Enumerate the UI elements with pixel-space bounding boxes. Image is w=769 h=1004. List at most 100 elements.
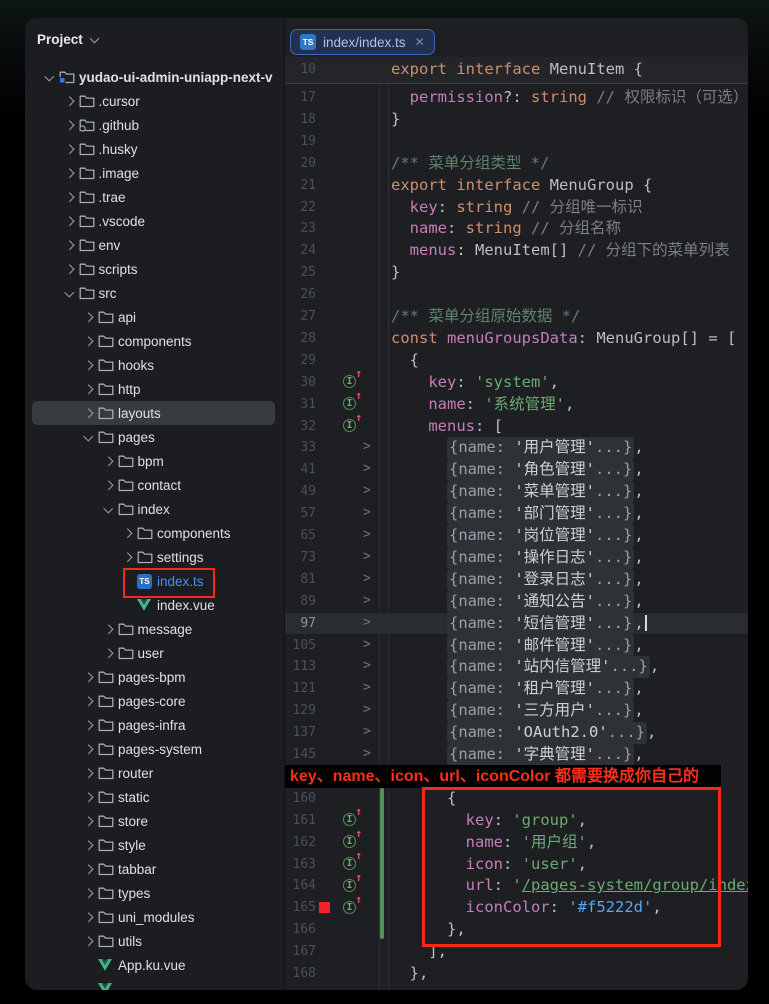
chevron-right-icon[interactable] bbox=[79, 785, 98, 809]
chevron-right-icon[interactable] bbox=[79, 761, 98, 785]
tree-item-scripts[interactable]: scripts bbox=[25, 257, 284, 281]
tree-item-components[interactable]: components bbox=[25, 521, 284, 545]
fold-arrow-icon[interactable]: > bbox=[363, 461, 371, 476]
tree-item-.vscode[interactable]: .vscode bbox=[25, 209, 284, 233]
fold-arrow-icon[interactable]: > bbox=[363, 593, 371, 608]
vcs-change-bar[interactable] bbox=[380, 788, 384, 939]
tree-item-style[interactable]: style bbox=[25, 833, 284, 857]
tree-item-partial-file[interactable] bbox=[25, 977, 284, 990]
tree-item-pages-system[interactable]: pages-system bbox=[25, 737, 284, 761]
implements-member-icon[interactable]: I bbox=[343, 857, 356, 870]
code-line-49[interactable]: 49> {name: '菜单管理'...}, bbox=[285, 481, 748, 503]
code-line-137[interactable]: 137> {name: 'OAuth2.0'...}, bbox=[285, 722, 748, 744]
tree-item-static[interactable]: static bbox=[25, 785, 284, 809]
fold-arrow-icon[interactable]: > bbox=[363, 615, 371, 630]
folded-region-chip[interactable]: {name: '岗位管理'...} bbox=[447, 525, 634, 547]
implements-member-icon[interactable]: I bbox=[343, 901, 356, 914]
code-line-168[interactable]: 168 }, bbox=[285, 963, 748, 985]
chevron-right-icon[interactable] bbox=[79, 353, 98, 377]
tree-item-src[interactable]: src bbox=[25, 281, 284, 305]
chevron-down-icon[interactable] bbox=[60, 281, 79, 305]
tree-item-store[interactable]: store bbox=[25, 809, 284, 833]
chevron-right-icon[interactable] bbox=[79, 305, 98, 329]
chevron-right-icon[interactable] bbox=[99, 449, 118, 473]
chevron-right-icon[interactable] bbox=[118, 521, 137, 545]
code-line-33[interactable]: 33> {name: '用户管理'...}, bbox=[285, 437, 748, 459]
tree-item-hooks[interactable]: hooks bbox=[25, 353, 284, 377]
code-line-145[interactable]: 145> {name: '字典管理'...}, bbox=[285, 744, 748, 766]
project-panel-header[interactable]: Project bbox=[37, 28, 98, 50]
tree-item-index[interactable]: index bbox=[25, 497, 284, 521]
folded-region-chip[interactable]: {name: '操作日志'...} bbox=[447, 547, 634, 569]
folded-region-chip[interactable]: {name: '用户管理'...} bbox=[447, 437, 634, 459]
folded-region-chip[interactable]: {name: '字典管理'...} bbox=[447, 744, 634, 766]
code-line-28[interactable]: 28const menuGroupsData: MenuGroup[] = [ bbox=[285, 328, 748, 350]
code-line-19[interactable]: 19 bbox=[285, 131, 748, 153]
chevron-right-icon[interactable] bbox=[60, 89, 79, 113]
tree-item-index.ts[interactable]: TSindex.ts bbox=[25, 569, 284, 593]
code-line-27[interactable]: 27/** 菜单分组原始数据 */ bbox=[285, 306, 748, 328]
tree-item-pages-infra[interactable]: pages-infra bbox=[25, 713, 284, 737]
chevron-down-icon[interactable] bbox=[99, 497, 118, 521]
code-line-24[interactable]: 24 menus: MenuItem[] // 分组下的菜单列表 bbox=[285, 240, 748, 262]
tree-item-pages-bpm[interactable]: pages-bpm bbox=[25, 665, 284, 689]
tree-item-App.ku.vue[interactable]: App.ku.vue bbox=[25, 953, 284, 977]
tree-item-pages-core[interactable]: pages-core bbox=[25, 689, 284, 713]
code-line-20[interactable]: 20/** 菜单分组类型 */ bbox=[285, 153, 748, 175]
folded-region-chip[interactable]: {name: '登录日志'...} bbox=[447, 569, 634, 591]
code-line-32[interactable]: 32I menus: [ bbox=[285, 416, 748, 438]
tree-item-api[interactable]: api bbox=[25, 305, 284, 329]
fold-arrow-icon[interactable]: > bbox=[363, 702, 371, 717]
fold-arrow-icon[interactable]: > bbox=[363, 549, 371, 564]
code-line-113[interactable]: 113> {name: '站内信管理'...}, bbox=[285, 656, 748, 678]
fold-arrow-icon[interactable]: > bbox=[363, 680, 371, 695]
chevron-right-icon[interactable] bbox=[79, 809, 98, 833]
tree-item-.image[interactable]: .image bbox=[25, 161, 284, 185]
chevron-right-icon[interactable] bbox=[60, 209, 79, 233]
chevron-right-icon[interactable] bbox=[79, 689, 98, 713]
fold-arrow-icon[interactable]: > bbox=[363, 571, 371, 586]
code-line-41[interactable]: 41> {name: '角色管理'...}, bbox=[285, 459, 748, 481]
code-line-81[interactable]: 81> {name: '登录日志'...}, bbox=[285, 569, 748, 591]
code-line-89[interactable]: 89> {name: '通知公告'...}, bbox=[285, 591, 748, 613]
chevron-right-icon[interactable] bbox=[60, 185, 79, 209]
fold-arrow-icon[interactable]: > bbox=[363, 483, 371, 498]
chevron-right-icon[interactable] bbox=[99, 617, 118, 641]
tree-item-utils[interactable]: utils bbox=[25, 929, 284, 953]
fold-arrow-icon[interactable]: > bbox=[363, 746, 371, 761]
fold-arrow-icon[interactable]: > bbox=[363, 505, 371, 520]
folded-region-chip[interactable]: {name: '短信管理'...} bbox=[447, 613, 634, 635]
implements-member-icon[interactable]: I bbox=[343, 419, 356, 432]
chevron-right-icon[interactable] bbox=[79, 329, 98, 353]
tree-item-uni_modules[interactable]: uni_modules bbox=[25, 905, 284, 929]
code-line-105[interactable]: 105> {name: '邮件管理'...}, bbox=[285, 635, 748, 657]
implements-member-icon[interactable]: I bbox=[343, 813, 356, 826]
chevron-right-icon[interactable] bbox=[60, 257, 79, 281]
code-line-23[interactable]: 23 name: string // 分组名称 bbox=[285, 218, 748, 240]
tree-item-message[interactable]: message bbox=[25, 617, 284, 641]
chevron-down-icon[interactable] bbox=[79, 425, 98, 449]
code-line-18[interactable]: 18} bbox=[285, 109, 748, 131]
implements-member-icon[interactable]: I bbox=[343, 879, 356, 892]
fold-arrow-icon[interactable]: > bbox=[363, 637, 371, 652]
tab-index-index-ts[interactable]: TS index/index.ts ✕ bbox=[290, 29, 435, 55]
implements-member-icon[interactable]: I bbox=[343, 835, 356, 848]
tree-item-settings[interactable]: settings bbox=[25, 545, 284, 569]
tree-item-env[interactable]: env bbox=[25, 233, 284, 257]
tree-item-.github[interactable]: .github bbox=[25, 113, 284, 137]
fold-arrow-icon[interactable]: > bbox=[363, 439, 371, 454]
code-line-129[interactable]: 129> {name: '三方用户'...}, bbox=[285, 700, 748, 722]
tree-item-yudao-ui-admin-uniapp-next-v[interactable]: yudao-ui-admin-uniapp-next-v bbox=[25, 65, 284, 89]
chevron-right-icon[interactable] bbox=[79, 881, 98, 905]
code-line-17[interactable]: 17 permission?: string // 权限标识（可选） bbox=[285, 87, 748, 109]
tree-item-router[interactable]: router bbox=[25, 761, 284, 785]
code-line-65[interactable]: 65> {name: '岗位管理'...}, bbox=[285, 525, 748, 547]
editor-pane[interactable]: TS index/index.ts ✕ 10export interface M… bbox=[285, 18, 748, 990]
tree-item-components[interactable]: components bbox=[25, 329, 284, 353]
close-tab-icon[interactable]: ✕ bbox=[413, 35, 425, 49]
code-line-167[interactable]: 167 ], bbox=[285, 941, 748, 963]
chevron-right-icon[interactable] bbox=[79, 401, 98, 425]
code-line-22[interactable]: 22 key: string // 分组唯一标识 bbox=[285, 197, 748, 219]
folded-region-chip[interactable]: {name: 'OAuth2.0'...} bbox=[447, 722, 647, 744]
fold-arrow-icon[interactable]: > bbox=[363, 658, 371, 673]
